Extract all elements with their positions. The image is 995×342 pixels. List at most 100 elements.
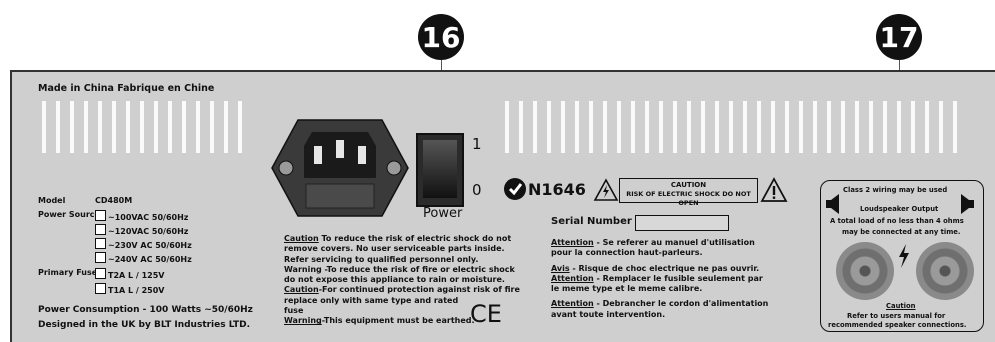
vent-slot [799,101,803,153]
vent-slot [743,101,747,153]
vent-slot [659,101,663,153]
warning-line: Warning -To reduce the risk of fire or e… [284,264,515,274]
power-switch-rocker [423,140,457,198]
speaker-icon [961,194,974,214]
warning-line: Avis - Risque de choc electrique ne pas … [551,263,760,273]
vent-slot [827,101,831,153]
voltage-checkbox [95,210,106,221]
vent-slot [785,101,789,153]
primary-fuse-label: Primary Fuse [38,268,98,277]
vent-slot [42,101,46,153]
fuse-option-t1a: T1A L / 250V [95,283,164,296]
speaker-caution-label: Caution [886,302,916,310]
speaker-load-line: may be connected at any time. [842,228,961,236]
caution-badge-title: CAUTION [670,181,707,189]
speaker-icon [826,194,839,214]
voltage-option-240: ~240V AC 50/60Hz [95,252,192,265]
vent-slot [687,101,691,153]
compliance-number: N1646 [528,180,586,199]
vent-slot [547,101,551,153]
vent-slot [98,101,102,153]
vent-slot [715,101,719,153]
callout-16: 16 [418,14,464,60]
vent-slot [575,101,579,153]
warning-line: remove covers. No user serviceable parts… [284,244,505,254]
caution-badge-text: RISK OF ELECTRIC SHOCK DO NOT OPEN [626,190,751,207]
vent-slot [673,101,677,153]
vent-slot [645,101,649,153]
vent-slot [925,101,929,153]
model-label: Model [38,196,66,205]
vent-slot [533,101,537,153]
vent-slots-right [505,101,957,153]
vent-slot [883,101,887,153]
fuse-checkbox [95,283,106,294]
french-warnings: Attention - Se referer au manuel d'utili… [551,238,768,320]
speaker-wiring-class: Class 2 wiring may be used [843,186,948,194]
warning-line: do not expose this appliance to rain or … [284,275,505,285]
vent-slot [126,101,130,153]
vent-slot [631,101,635,153]
speaker-jack-left[interactable] [836,242,894,300]
caution-exclamation-icon [760,177,788,202]
fuse-option-t2a: T2A L / 125V [95,268,164,281]
warning-line: avant toute intervention. [551,309,666,319]
vent-slot [939,101,943,153]
vent-slot [196,101,200,153]
vent-slot [911,101,915,153]
speaker-jack-right[interactable] [916,242,974,300]
vent-slot [841,101,845,153]
vent-slot [603,101,607,153]
vent-slot [813,101,817,153]
warning-line: Caution To reduce the risk of electric s… [284,234,512,243]
vent-slot [855,101,859,153]
vent-slot [140,101,144,153]
vent-slot [519,101,523,153]
vent-slot [168,101,172,153]
switch-off-mark: 0 [472,181,482,199]
vent-slot [757,101,761,153]
speaker-reference-line: recommended speaker connections. [828,321,967,329]
power-source-label: Power Source [38,210,100,219]
warning-line: Attention - Debrancher le cordon d'alime… [551,299,769,309]
serial-number-box [635,215,729,231]
callout-17: 17 [876,14,922,60]
c-tick-mark [504,178,526,200]
vent-slot [70,101,74,153]
vent-slot [182,101,186,153]
ce-mark: CE [470,300,502,328]
warning-line: Refer servicing to qualified personnel o… [284,254,479,264]
warning-line: Attention - Se referer au manuel d'utili… [551,238,755,247]
power-consumption: Power Consumption - 100 Watts ~50/60Hz [38,305,253,315]
model-value: CD480M [95,196,133,205]
lightning-icon [899,244,909,268]
vent-slot [112,101,116,153]
warning-line: Attention - Remplacer le fusible seuleme… [551,273,763,283]
fuse-checkbox [95,268,106,279]
voltage-checkbox [95,224,106,235]
voltage-option-100: ~100VAC 50/60Hz [95,210,188,223]
vent-slot [701,101,705,153]
designed-in: Designed in the UK by BLT Industries LTD… [38,320,251,330]
vent-slot [589,101,593,153]
vent-slot [238,101,242,153]
vent-slot [56,101,60,153]
made-in-label: Made in China Fabrique en Chine [38,83,215,94]
voltage-checkbox [95,238,106,249]
vent-slot [897,101,901,153]
vent-slot [224,101,228,153]
iec-power-inlet [271,119,409,217]
warning-line: le meme type et le meme calibre. [551,284,703,294]
vent-slot [210,101,214,153]
vent-slot [154,101,158,153]
speaker-load-line: A total load of no less than 4 ohms [830,217,964,225]
speaker-output-title: Loudspeaker Output [860,205,939,213]
vent-slot [953,101,957,153]
serial-number-label: Serial Number [551,216,632,227]
warning-line: pour la connection haut-parleurs. [551,248,703,258]
caution-badge: CAUTION RISK OF ELECTRIC SHOCK DO NOT OP… [619,178,758,207]
power-switch[interactable] [416,133,464,207]
switch-on-mark: 1 [472,135,482,153]
voltage-checkbox [95,252,106,263]
voltage-option-120: ~120VAC 50/60Hz [95,224,188,237]
